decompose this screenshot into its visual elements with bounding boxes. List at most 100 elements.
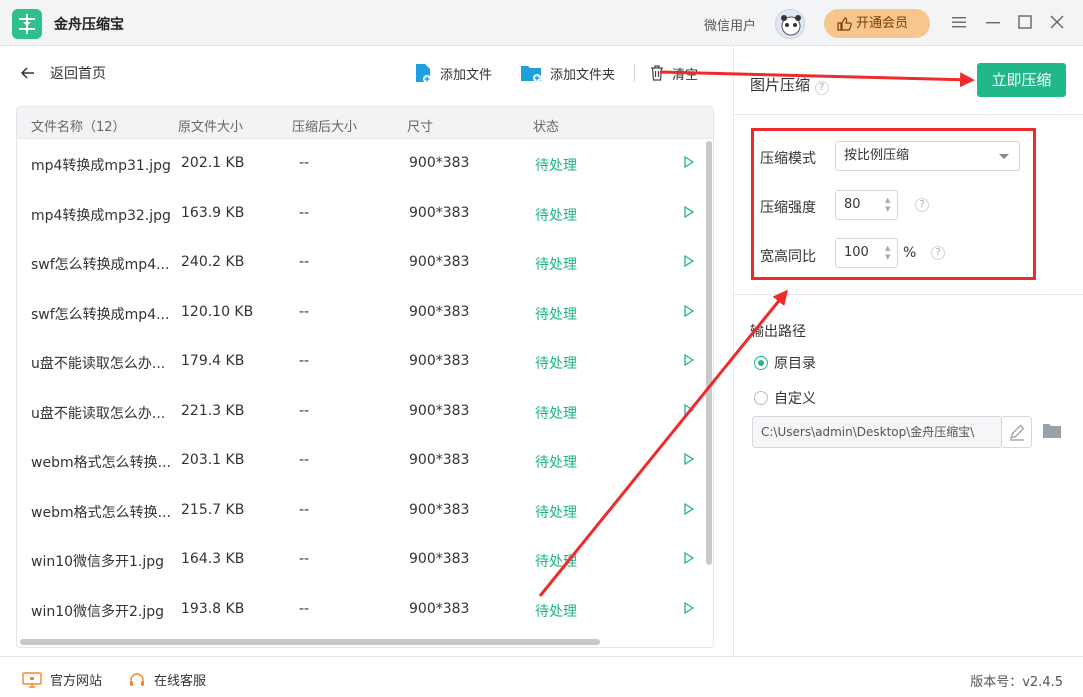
ratio-stepper[interactable]: 100 ▲ ▼	[835, 238, 898, 268]
compress-mode-select[interactable]: 按比例压缩	[835, 141, 1020, 171]
back-home-button[interactable]: 返回首页	[20, 62, 106, 84]
radio-original-dir[interactable]: 原目录	[754, 353, 816, 373]
header-compressed-size: 压缩后大小	[292, 120, 358, 135]
play-icon[interactable]	[684, 255, 694, 267]
table-row[interactable]: mp4转换成mp32.jpg 163.9 KB -- 900*383 待处理	[17, 189, 713, 239]
table-row[interactable]: mp4转换成mp31.jpg 202.1 KB -- 900*383 待处理	[17, 139, 713, 189]
file-dimensions: 900*383	[409, 600, 470, 617]
play-icon[interactable]	[684, 403, 694, 416]
file-dimensions: 900*383	[409, 353, 470, 369]
add-file-label: 添加文件	[440, 67, 493, 83]
app-title: 金舟压缩宝	[54, 17, 124, 33]
add-folder-label: 添加文件夹	[550, 67, 616, 83]
strength-help-icon[interactable]: ?	[915, 198, 929, 212]
file-status: 待处理	[535, 158, 577, 174]
footer: 官方网站 在线客服 版本号：v2.4.5	[0, 656, 1083, 697]
file-size: 221.3 KB	[181, 402, 245, 419]
back-home-label: 返回首页	[50, 66, 106, 82]
compressed-size: --	[299, 155, 310, 171]
file-name: mp4转换成mp31.jpg	[31, 158, 171, 174]
file-status: 待处理	[535, 257, 577, 273]
ratio-help-icon[interactable]: ?	[931, 246, 945, 260]
version-label: 版本号：v2.4.5	[970, 675, 1063, 690]
radio-custom-dir[interactable]: 自定义	[754, 388, 816, 408]
radio-unchecked-icon[interactable]	[754, 391, 768, 405]
file-size: 203.1 KB	[181, 452, 245, 468]
vip-label: 开通会员	[856, 16, 909, 31]
file-dimensions: 900*383	[409, 204, 470, 221]
compressed-size: --	[299, 452, 310, 468]
clear-button[interactable]: 清空	[650, 62, 698, 84]
file-size: 193.8 KB	[181, 600, 245, 617]
play-icon[interactable]	[684, 502, 694, 515]
play-icon[interactable]	[684, 354, 694, 366]
file-dimensions: 900*383	[409, 402, 470, 419]
horizontal-scrollbar[interactable]	[20, 639, 600, 645]
play-icon[interactable]	[684, 205, 694, 218]
title-bar: 金舟压缩宝 微信用户 开通会员	[0, 0, 1083, 46]
file-size: 179.4 KB	[181, 353, 245, 369]
official-website-link[interactable]: 官方网站	[22, 670, 102, 689]
file-dimensions: 900*383	[409, 452, 470, 468]
file-status: 待处理	[535, 356, 577, 372]
radio-checked-icon[interactable]	[754, 356, 768, 370]
play-icon[interactable]	[684, 552, 694, 564]
table-row[interactable]: webm格式怎么转换... 215.7 KB -- 900*383 待处理	[17, 486, 713, 536]
file-name: u盘不能读取怎么办...	[31, 356, 166, 372]
panel-divider	[734, 114, 1083, 115]
file-dimensions: 900*383	[409, 303, 470, 320]
monitor-icon	[22, 671, 42, 688]
panel-divider	[734, 294, 1083, 295]
play-icon[interactable]	[684, 453, 694, 465]
spinner-arrows-icon[interactable]: ▲ ▼	[885, 244, 891, 262]
play-icon[interactable]	[684, 304, 694, 317]
menu-icon[interactable]	[950, 13, 968, 31]
file-size: 202.1 KB	[181, 155, 245, 171]
header-file-name: 文件名称（12）	[31, 120, 126, 135]
header-status: 状态	[533, 120, 560, 135]
file-dimensions: 900*383	[409, 254, 470, 270]
strength-stepper[interactable]: 80 ▲ ▼	[835, 190, 898, 220]
output-path-field[interactable]: C:\Users\admin\Desktop\金舟压缩宝\	[752, 416, 1002, 448]
close-icon[interactable]	[1048, 13, 1066, 31]
online-service-link[interactable]: 在线客服	[128, 670, 206, 689]
table-row[interactable]: u盘不能读取怎么办... 179.4 KB -- 900*383 待处理	[17, 337, 713, 387]
maximize-icon[interactable]	[1016, 13, 1034, 31]
strength-label: 压缩强度	[760, 200, 816, 216]
compressed-size: --	[299, 204, 310, 221]
thumb-up-icon	[837, 17, 852, 31]
folder-icon[interactable]	[1042, 423, 1062, 439]
add-file-button[interactable]: 添加文件	[414, 62, 492, 84]
play-icon[interactable]	[684, 601, 694, 614]
minimize-icon[interactable]	[984, 13, 1002, 31]
file-dimensions: 900*383	[409, 501, 470, 518]
table-row[interactable]: webm格式怎么转换... 203.1 KB -- 900*383 待处理	[17, 436, 713, 486]
table-row[interactable]: swf怎么转换成mp4... 240.2 KB -- 900*383 待处理	[17, 238, 713, 288]
compressed-size: --	[299, 501, 310, 518]
help-icon[interactable]: ?	[814, 81, 829, 95]
table-row[interactable]: win10微信多开2.jpg 193.8 KB -- 900*383 待处理	[17, 585, 713, 635]
user-name[interactable]: 微信用户	[704, 15, 756, 34]
header-dimensions: 尺寸	[407, 120, 434, 135]
avatar[interactable]	[775, 9, 805, 39]
file-status: 待处理	[535, 306, 577, 323]
edit-path-button[interactable]	[1002, 416, 1032, 448]
back-arrow-icon	[20, 67, 34, 79]
spinner-arrows-icon[interactable]: ▲ ▼	[885, 196, 891, 214]
table-row[interactable]: swf怎么转换成mp4... 120.10 KB -- 900*383 待处理	[17, 288, 713, 338]
file-name: webm格式怎么转换...	[31, 504, 171, 521]
ratio-label: 宽高同比	[760, 249, 816, 265]
table-row[interactable]: win10微信多开1.jpg 164.3 KB -- 900*383 待处理	[17, 535, 713, 585]
official-website-label: 官方网站	[50, 674, 103, 689]
file-status: 待处理	[535, 455, 577, 471]
header-original-size: 原文件大小	[178, 120, 244, 135]
compress-now-button[interactable]: 立即压缩	[977, 63, 1066, 97]
file-name: win10微信多开2.jpg	[31, 603, 165, 620]
app-logo-icon	[12, 9, 42, 39]
play-icon[interactable]	[684, 156, 694, 168]
vertical-scrollbar[interactable]	[706, 141, 712, 565]
add-folder-button[interactable]: 添加文件夹	[520, 62, 615, 84]
vip-button[interactable]: 开通会员	[824, 9, 930, 38]
table-row[interactable]: u盘不能读取怎么办... 221.3 KB -- 900*383 待处理	[17, 387, 713, 437]
file-size: 215.7 KB	[181, 501, 245, 518]
